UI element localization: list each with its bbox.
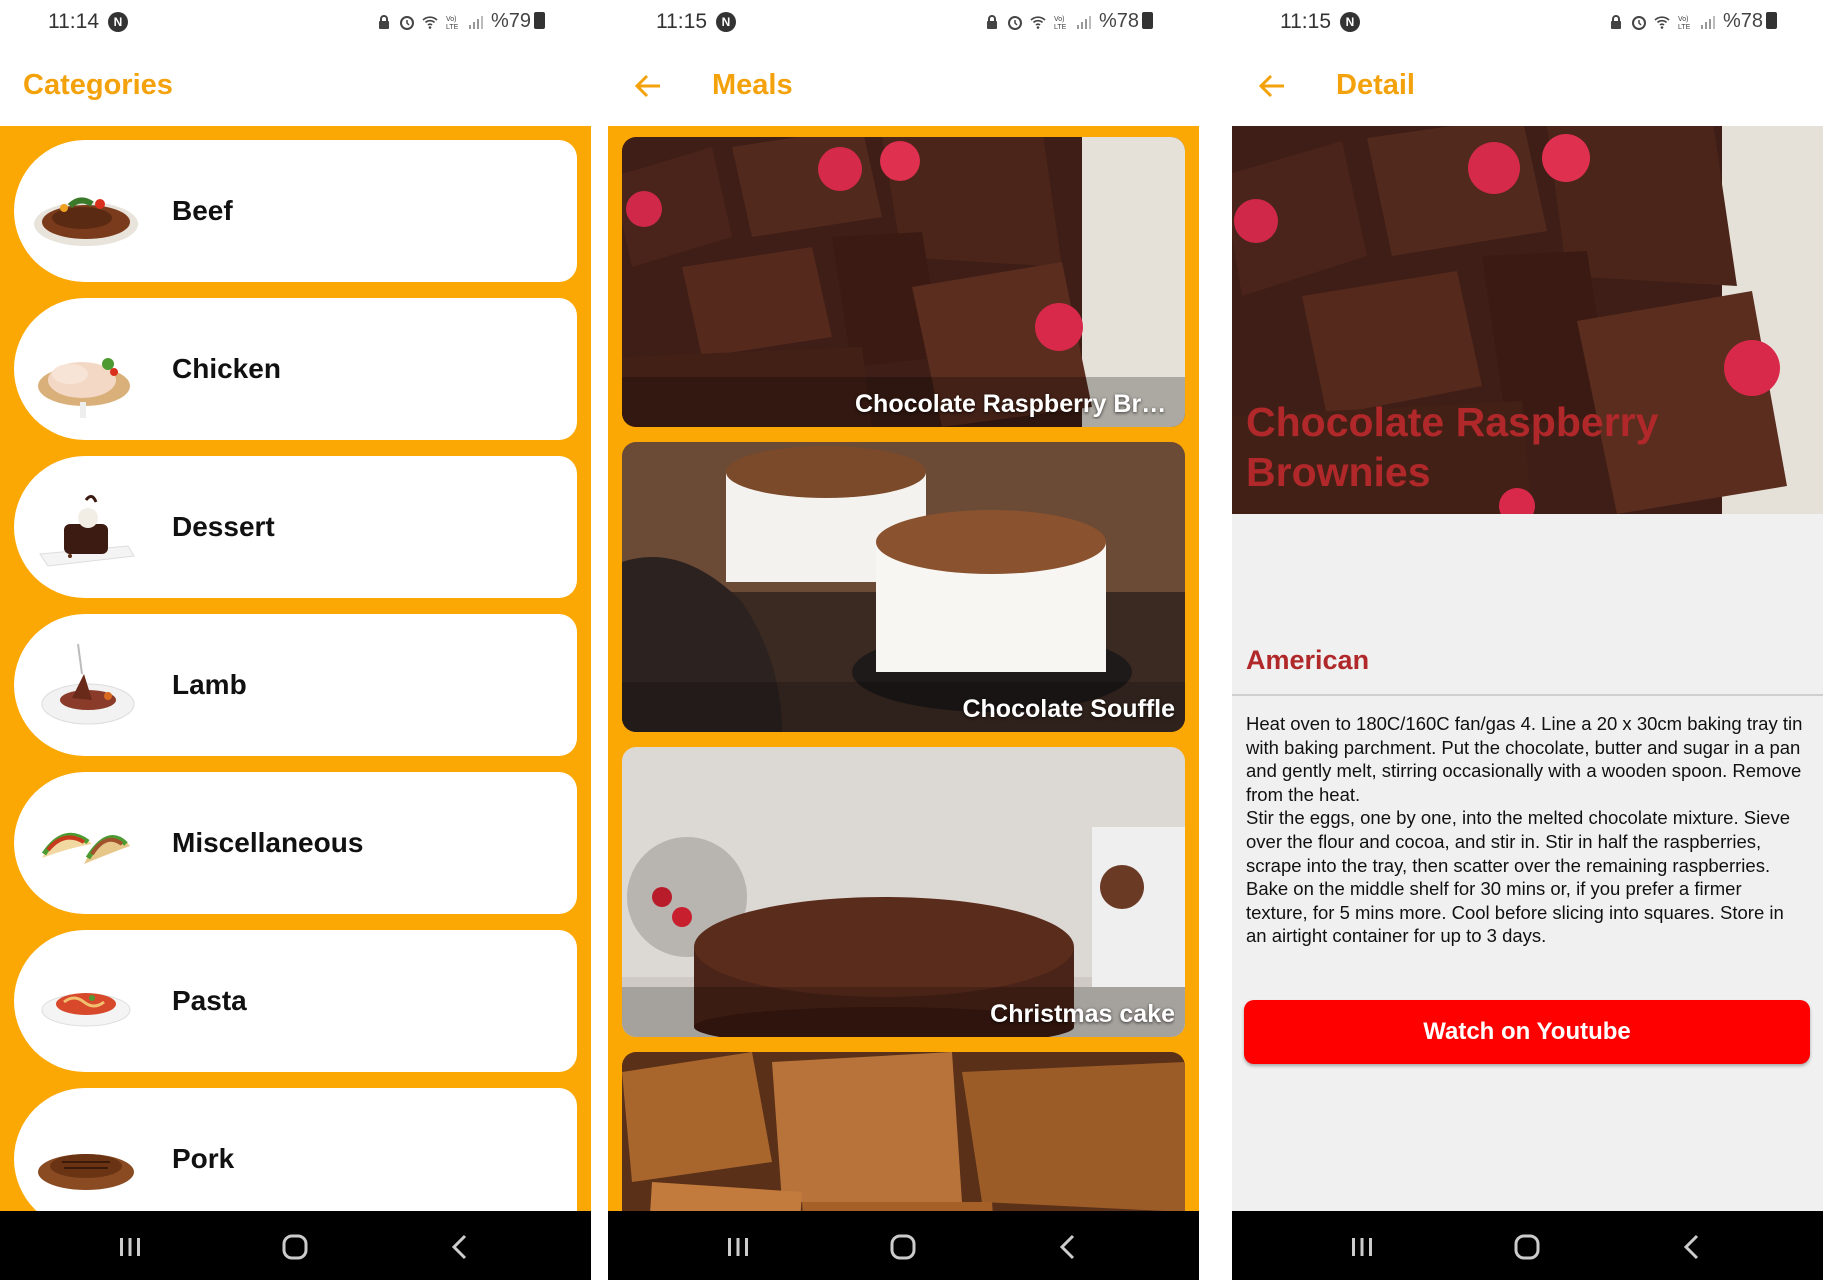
recents-icon[interactable]: [1342, 1227, 1382, 1267]
pasta-plate-icon: [41, 993, 131, 1027]
divider: [1232, 694, 1823, 696]
notification-icon: N: [716, 12, 736, 32]
back-icon[interactable]: [1672, 1227, 1712, 1267]
wifi-icon: [1654, 15, 1670, 29]
page-title: Categories: [23, 69, 173, 101]
page-title: Detail: [1336, 69, 1415, 101]
volte-icon: Vo)LTE: [446, 16, 459, 30]
category-card-chicken[interactable]: Chicken: [14, 298, 577, 440]
watch-youtube-button[interactable]: Watch on Youtube: [1244, 1000, 1810, 1064]
category-label: Beef: [172, 195, 233, 226]
meal-area: American: [1246, 645, 1370, 675]
meal-label: Chocolate Souffle: [962, 695, 1175, 723]
category-card-lamb[interactable]: Lamb: [14, 614, 577, 756]
notification-icon: N: [1340, 12, 1360, 32]
system-nav-bar: [1232, 1211, 1823, 1280]
wifi-icon: [1030, 15, 1046, 29]
status-bar: 11:14 N Vo) LTE %79: [0, 0, 591, 46]
lock-icon: [986, 14, 997, 29]
battery-level: %79: [491, 10, 545, 33]
category-label: Pasta: [172, 985, 247, 1016]
pork-plate-icon: [38, 1154, 134, 1190]
category-label: Miscellaneous: [172, 827, 364, 858]
categories-screen: 11:14 N Vo) LTE %79 Categories Beef Chic…: [0, 0, 591, 1280]
battery-icon: [1766, 12, 1777, 29]
status-time: 11:14: [48, 10, 99, 33]
souffle-image: [622, 442, 1185, 732]
status-icons: Vo) LTE %78: [984, 10, 1153, 33]
meal-card[interactable]: Christmas cake: [622, 747, 1185, 1037]
category-card-dessert[interactable]: Dessert: [14, 456, 577, 598]
back-icon[interactable]: [440, 1227, 480, 1267]
back-arrow-icon[interactable]: [630, 68, 666, 104]
status-time: 11:15: [656, 10, 707, 33]
lock-icon: [378, 14, 389, 29]
alarm-icon: [399, 15, 414, 30]
detail-screen: 11:15 N Vo) LTE %78 Detail Chocolate Ras…: [1232, 0, 1823, 1280]
battery-icon: [1142, 12, 1153, 29]
category-list: Beef Chicken Dessert Lamb Miscellaneous …: [0, 126, 591, 1230]
status-time: 11:15: [1280, 10, 1331, 33]
meal-card[interactable]: Chocolate Raspberry Brownies: [622, 137, 1185, 427]
meal-card[interactable]: Chocolate Souffle: [622, 442, 1185, 732]
app-bar: Categories: [0, 46, 591, 126]
svg-text:LTE: LTE: [446, 24, 459, 30]
notification-icon: N: [108, 12, 128, 32]
category-label: Lamb: [172, 669, 247, 700]
alarm-icon: [1007, 15, 1022, 30]
brownies-image: [622, 137, 1185, 427]
status-icons: Vo) LTE %79: [376, 10, 545, 33]
page-title: Meals: [712, 69, 793, 101]
christmas-cake-image: [622, 747, 1185, 1037]
category-label: Dessert: [172, 511, 275, 542]
app-bar: Detail: [1232, 46, 1823, 126]
system-nav-bar: [0, 1211, 591, 1280]
tacos-icon: [41, 832, 130, 864]
svg-text:LTE: LTE: [1054, 24, 1067, 30]
recents-icon[interactable]: [110, 1227, 150, 1267]
system-nav-bar: [608, 1211, 1199, 1280]
battery-level: %78: [1723, 10, 1777, 33]
lamb-plate-icon: [41, 643, 135, 725]
wifi-icon: [422, 15, 438, 29]
signal-icon: [468, 15, 483, 29]
category-card-beef[interactable]: Beef: [14, 140, 577, 282]
category-card-pasta[interactable]: Pasta: [14, 930, 577, 1072]
volte-icon: Vo)LTE: [1054, 16, 1067, 30]
signal-icon: [1700, 15, 1715, 29]
recents-icon[interactable]: [718, 1227, 758, 1267]
category-card-miscellaneous[interactable]: Miscellaneous: [14, 772, 577, 914]
back-arrow-icon[interactable]: [1254, 68, 1290, 104]
signal-icon: [1076, 15, 1091, 29]
home-icon[interactable]: [1507, 1227, 1547, 1267]
svg-text:Vo): Vo): [1678, 16, 1689, 23]
meal-instructions: Heat oven to 180C/160C fan/gas 4. Line a…: [1246, 713, 1803, 947]
category-label: Pork: [172, 1143, 235, 1174]
meal-title: Chocolate Raspberry Brownies: [1246, 399, 1659, 495]
lock-icon: [1610, 14, 1621, 29]
svg-text:Vo): Vo): [446, 16, 457, 23]
home-icon[interactable]: [275, 1227, 315, 1267]
status-icons: Vo) LTE %78: [1608, 10, 1777, 33]
category-label: Chicken: [172, 353, 281, 384]
steak-plate-icon: [34, 197, 138, 246]
battery-level: %78: [1099, 10, 1153, 33]
back-icon[interactable]: [1048, 1227, 1088, 1267]
meals-screen: 11:15 N Vo) LTE %78 Meals Chocolate Rasp…: [608, 0, 1199, 1280]
status-bar: 11:15 N Vo) LTE %78: [1232, 0, 1823, 46]
svg-text:LTE: LTE: [1678, 24, 1691, 30]
dessert-plate-icon: [39, 495, 135, 567]
battery-icon: [534, 12, 545, 29]
meal-label: Christmas cake: [990, 1000, 1175, 1028]
chicken-plate-icon: [38, 358, 130, 418]
meal-label: Chocolate Raspberry Brownies: [855, 390, 1175, 418]
svg-text:Vo): Vo): [1054, 16, 1065, 23]
category-card-pork[interactable]: Pork: [14, 1088, 577, 1230]
status-bar: 11:15 N Vo) LTE %78: [608, 0, 1199, 46]
home-icon[interactable]: [883, 1227, 923, 1267]
app-bar: Meals: [608, 46, 1199, 126]
meal-list: Chocolate Raspberry Brownies Chocolate S…: [608, 126, 1199, 1280]
volte-icon: Vo)LTE: [1678, 16, 1691, 30]
alarm-icon: [1631, 15, 1646, 30]
